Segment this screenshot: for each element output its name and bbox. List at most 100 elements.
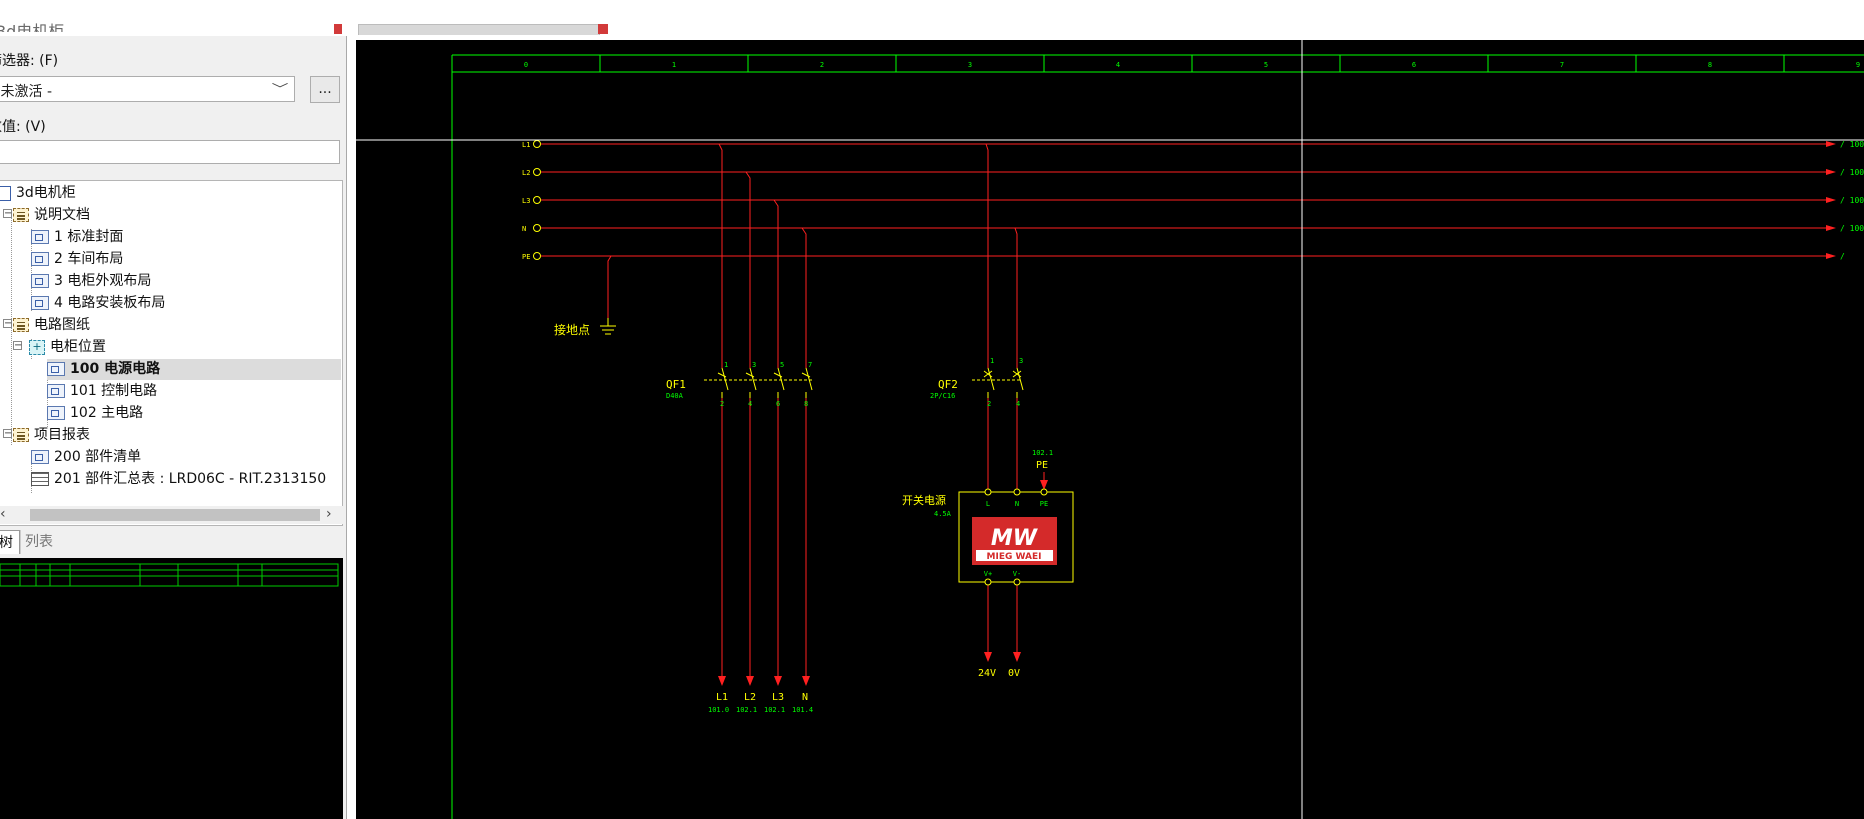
svg-text:6: 6 bbox=[776, 400, 780, 408]
bus-cross-reference: / 100.9 bbox=[1840, 224, 1864, 233]
tree-item-label: 3 电柜外观布局 bbox=[54, 273, 152, 289]
page-icon bbox=[47, 384, 65, 398]
output-label: L1 bbox=[716, 692, 728, 703]
document-tab[interactable] bbox=[358, 24, 600, 35]
wire bbox=[773, 199, 779, 368]
tree-item-page[interactable]: 3 电柜外观布局 bbox=[31, 271, 151, 292]
schematic-canvas[interactable]: 0123456789 L1/ 100.9L2/ 100.9L3/ 100.9N/… bbox=[356, 40, 1864, 819]
qf2-breaker-icon[interactable] bbox=[972, 367, 1024, 398]
qf1-breaker-icon[interactable] bbox=[704, 367, 814, 398]
column-number: 2 bbox=[820, 61, 824, 69]
bus-terminal-icon bbox=[533, 168, 541, 176]
bus-label: PE bbox=[522, 253, 530, 261]
bus-terminal-icon bbox=[533, 196, 541, 204]
arrow-right-icon bbox=[1826, 197, 1836, 203]
filter-more-button[interactable]: ... bbox=[310, 76, 340, 103]
bus-n[interactable]: N / 100.9 bbox=[522, 224, 1864, 233]
psu-output-24v: 24V bbox=[978, 668, 996, 679]
tree-item-page[interactable]: 2 车间布局 bbox=[31, 249, 123, 270]
tree-item-label: 2 车间布局 bbox=[54, 251, 124, 267]
arrow-right-icon bbox=[1826, 253, 1836, 259]
wire bbox=[607, 255, 612, 318]
tree-item-label: 电路图纸 bbox=[34, 317, 90, 333]
document-tab-close-icon[interactable] bbox=[598, 24, 608, 34]
project-icon bbox=[0, 185, 11, 201]
tree-item-page[interactable]: 4 电路安装板布局 bbox=[31, 293, 165, 314]
ground-icon bbox=[600, 318, 616, 335]
bus-pe[interactable]: PE / bbox=[522, 252, 1845, 261]
arrow-down-icon bbox=[1013, 652, 1021, 662]
filter-select-value: - 未激活 - bbox=[0, 84, 53, 100]
svg-text:N: N bbox=[1015, 500, 1019, 508]
svg-text:MW: MW bbox=[991, 526, 1039, 551]
tree-item-project[interactable]: 3d电机柜 bbox=[0, 183, 76, 204]
ground-label: 接地点 bbox=[554, 322, 590, 337]
tree-item-page[interactable]: 101 控制电路 bbox=[47, 381, 157, 402]
column-number: 5 bbox=[1264, 61, 1268, 69]
arrow-right-icon bbox=[1826, 225, 1836, 231]
table-icon bbox=[31, 472, 49, 486]
tree-item-page[interactable]: 201 部件汇总表 : LRD06C - RIT.2313150 bbox=[31, 469, 326, 490]
svg-text:4: 4 bbox=[1016, 400, 1020, 408]
svg-text:5: 5 bbox=[780, 361, 784, 369]
tab-list[interactable]: 列表 bbox=[20, 530, 64, 554]
tree-item-page-selected[interactable]: 100 电源电路 bbox=[47, 359, 341, 380]
page-icon bbox=[31, 230, 49, 244]
column-number: 7 bbox=[1560, 61, 1564, 69]
value-input[interactable] bbox=[0, 140, 340, 164]
output-ref: 102.1 bbox=[736, 706, 757, 714]
page-navigator: 筛选器: (F) - 未激活 - ﹀ ... 数值: (V) 3d电机柜 − 说… bbox=[0, 36, 347, 819]
tree-item-label: 102 主电路 bbox=[70, 405, 144, 421]
svg-text:3: 3 bbox=[1019, 357, 1023, 365]
qf1-label: QF1 bbox=[666, 378, 686, 391]
scroll-right-icon[interactable]: › bbox=[326, 506, 332, 522]
tree-item-page[interactable]: 1 标准封面 bbox=[31, 227, 123, 248]
page-tree: 3d电机柜 − 说明文档 1 标准封面 2 车间布局 3 电柜外观布局 4 电路… bbox=[0, 180, 343, 526]
tree-horizontal-scrollbar[interactable]: ‹ › bbox=[0, 506, 343, 524]
output-label: L2 bbox=[744, 692, 756, 703]
bus-label: L1 bbox=[522, 141, 530, 149]
preview-thumbnail bbox=[0, 563, 339, 587]
collapse-icon[interactable]: − bbox=[13, 341, 22, 351]
svg-text:4: 4 bbox=[748, 400, 752, 408]
tree-item-docs[interactable]: 说明文档 bbox=[13, 205, 90, 226]
folder-icon bbox=[13, 208, 29, 222]
bus-label: L2 bbox=[522, 169, 530, 177]
tree-item-reports[interactable]: 项目报表 bbox=[13, 425, 90, 446]
qf1-pin-labels: 1 3 5 7 2 4 6 8 bbox=[720, 361, 812, 408]
chevron-down-icon: ﹀ bbox=[271, 82, 289, 96]
qf1-rating: D40A bbox=[666, 392, 684, 400]
tree-item-label: 3d电机柜 bbox=[16, 185, 76, 201]
column-number: 1 bbox=[672, 61, 676, 69]
psu-label: 开关电源 bbox=[902, 493, 946, 507]
folder-icon bbox=[13, 428, 29, 442]
filter-label: 筛选器: (F) bbox=[0, 53, 59, 69]
collapse-icon[interactable]: − bbox=[3, 209, 12, 219]
scrollbar-thumb[interactable] bbox=[30, 509, 320, 521]
tree-item-page[interactable]: 200 部件清单 bbox=[31, 447, 141, 468]
tree-item-location[interactable]: + 电柜位置 bbox=[29, 337, 106, 358]
collapse-icon[interactable]: − bbox=[3, 429, 12, 439]
arrow-down-icon bbox=[746, 676, 754, 686]
schematic-drawing: 0123456789 L1/ 100.9L2/ 100.9L3/ 100.9N/… bbox=[356, 40, 1864, 819]
tree-item-label: 201 部件汇总表 : LRD06C - RIT.2313150 bbox=[54, 471, 327, 487]
tab-tree[interactable]: 树 bbox=[0, 530, 20, 554]
tree-item-label: 101 控制电路 bbox=[70, 383, 158, 399]
page-icon bbox=[31, 450, 49, 464]
scroll-left-icon[interactable]: ‹ bbox=[0, 506, 6, 522]
bus-l2[interactable]: L2 / 100.9 bbox=[522, 168, 1864, 177]
bus-cross-reference: / 100.9 bbox=[1840, 140, 1864, 149]
tree-item-schematics[interactable]: 电路图纸 bbox=[13, 315, 90, 336]
qf2-rating: 2P/C16 bbox=[930, 392, 955, 400]
tree-item-page[interactable]: 102 主电路 bbox=[47, 403, 143, 424]
svg-text:L: L bbox=[986, 500, 990, 508]
tree-item-label: 项目报表 bbox=[34, 427, 90, 443]
panel-close-icon[interactable] bbox=[334, 24, 342, 34]
column-number: 0 bbox=[524, 61, 528, 69]
filter-select[interactable]: - 未激活 - ﹀ bbox=[0, 76, 295, 102]
collapse-icon[interactable]: − bbox=[3, 319, 12, 329]
bus-l1[interactable]: L1 / 100.9 bbox=[522, 140, 1864, 149]
svg-text:V-: V- bbox=[1013, 570, 1021, 578]
bus-l3[interactable]: L3 / 100.9 bbox=[522, 196, 1864, 205]
page-icon bbox=[31, 274, 49, 288]
